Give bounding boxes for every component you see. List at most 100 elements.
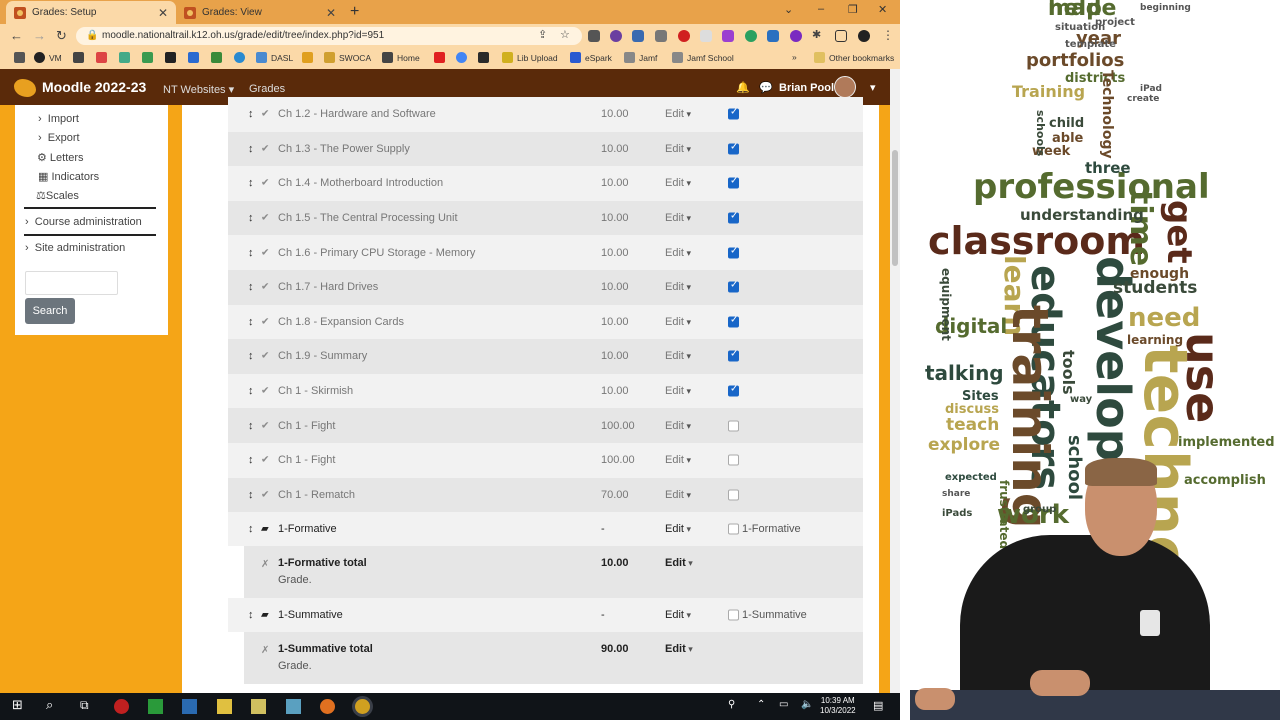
move-handle-icon[interactable]: ↕ bbox=[248, 489, 254, 501]
file-explorer-icon[interactable] bbox=[217, 699, 232, 714]
nav-letters[interactable]: ⚙ Letters bbox=[37, 151, 84, 164]
app-icon[interactable] bbox=[286, 699, 301, 714]
nav-export[interactable]: › Export bbox=[38, 132, 80, 144]
grade-item-name[interactable]: Ch 1.5 - The Central Processing Unit bbox=[278, 212, 458, 224]
select-category-checkbox[interactable] bbox=[728, 609, 739, 621]
google-icon[interactable] bbox=[456, 52, 471, 63]
grade-item-name[interactable]: Ch 1 - Rematch bbox=[278, 489, 355, 501]
bookmarks-overflow-button[interactable]: » bbox=[792, 52, 797, 62]
select-checkbox[interactable] bbox=[728, 384, 739, 397]
app-icon[interactable] bbox=[251, 699, 266, 714]
extension-icon[interactable] bbox=[610, 30, 622, 42]
bookmark-jamf-school[interactable]: Jamf School bbox=[672, 52, 734, 63]
extension-icon[interactable] bbox=[722, 30, 734, 42]
edit-menu[interactable]: Edit bbox=[665, 523, 691, 535]
network-icon[interactable]: ▭ bbox=[779, 699, 794, 714]
site-name[interactable]: Moodle 2022-23 bbox=[42, 79, 146, 95]
app-icon[interactable] bbox=[182, 699, 197, 714]
extensions-puzzle-icon[interactable]: ✱ bbox=[812, 28, 821, 41]
scrollbar-thumb[interactable] bbox=[892, 150, 898, 266]
select-category-checkbox[interactable] bbox=[728, 523, 739, 535]
grade-item-name[interactable]: Ch 1.7 - Hard Drives bbox=[278, 281, 378, 293]
back-icon[interactable]: ← bbox=[10, 28, 23, 43]
edit-menu[interactable]: Edit bbox=[665, 454, 691, 466]
move-handle-icon[interactable]: ↕ bbox=[248, 609, 254, 621]
grade-item-name[interactable]: Ch 1 - Skirmish bbox=[278, 385, 353, 397]
bookmark-star-icon[interactable]: ☆ bbox=[560, 28, 570, 41]
other-bookmarks[interactable]: Other bookmarks bbox=[814, 52, 894, 63]
task-view-icon[interactable]: ⧉ bbox=[80, 698, 95, 713]
close-tab-icon[interactable]: ✕ bbox=[158, 6, 168, 20]
edit-menu[interactable]: Edit bbox=[665, 420, 691, 432]
tray-icon[interactable]: ⚲ bbox=[728, 699, 743, 714]
grade-item-name[interactable]: Ch 1.4 - Motherboard Introduction bbox=[278, 177, 443, 189]
bookmark-icon[interactable] bbox=[478, 52, 493, 63]
move-handle-icon[interactable]: ↕ bbox=[248, 281, 254, 293]
edit-menu[interactable]: Edit bbox=[665, 212, 691, 224]
edit-menu[interactable]: Edit bbox=[665, 281, 691, 293]
volume-icon[interactable]: 🔈 bbox=[801, 699, 816, 714]
move-handle-icon[interactable]: ↕ bbox=[248, 108, 254, 120]
move-handle-icon[interactable]: ↕ bbox=[248, 420, 254, 432]
reload-icon[interactable]: ↻ bbox=[56, 28, 67, 44]
nav-course-administration[interactable]: › Course administration bbox=[25, 216, 142, 228]
bookmark-icon[interactable] bbox=[73, 52, 88, 63]
move-handle-icon[interactable]: ↕ bbox=[248, 212, 254, 224]
close-tab-icon[interactable]: ✕ bbox=[326, 6, 336, 20]
extension-icon[interactable] bbox=[700, 30, 712, 42]
bookmark-icon[interactable] bbox=[234, 52, 249, 63]
extension-icon[interactable] bbox=[588, 30, 600, 42]
bookmark-home[interactable]: Home bbox=[382, 52, 420, 63]
select-checkbox[interactable] bbox=[728, 280, 739, 293]
extension-icon[interactable] bbox=[655, 30, 667, 42]
bookmark-icon[interactable] bbox=[165, 52, 180, 63]
move-handle-icon[interactable]: ↕ bbox=[248, 143, 254, 155]
side-panel-icon[interactable] bbox=[835, 30, 847, 42]
bookmark-dasl[interactable]: DASL bbox=[256, 52, 293, 63]
edit-menu[interactable]: Edit bbox=[665, 177, 691, 189]
edit-menu[interactable]: Edit bbox=[665, 316, 691, 328]
search-icon[interactable]: ⌕ bbox=[46, 697, 61, 712]
edit-menu[interactable]: Edit bbox=[665, 143, 691, 155]
category-name[interactable]: 1-Summative bbox=[278, 609, 343, 621]
notifications-icon[interactable]: ▤ bbox=[873, 699, 888, 714]
move-handle-icon[interactable]: ↕ bbox=[248, 247, 254, 259]
user-name[interactable]: Brian Pool bbox=[779, 82, 834, 94]
gmail-icon[interactable] bbox=[96, 52, 111, 63]
nav-site-administration[interactable]: › Site administration bbox=[25, 242, 125, 254]
chrome-icon[interactable] bbox=[355, 699, 370, 714]
category-name[interactable]: 1-Formative bbox=[278, 523, 337, 535]
windows-start-icon[interactable]: ⊞ bbox=[12, 697, 27, 712]
extension-icon[interactable] bbox=[790, 30, 802, 42]
youtube-icon[interactable] bbox=[434, 52, 449, 63]
bookmark-icon[interactable] bbox=[302, 52, 317, 63]
user-menu-chevron-down-icon[interactable]: ▾ bbox=[870, 81, 876, 94]
drive-icon[interactable] bbox=[142, 52, 157, 63]
select-checkbox[interactable] bbox=[728, 245, 739, 259]
tray-chevron-up-icon[interactable]: ⌃ bbox=[757, 699, 772, 714]
menu-kebab-icon[interactable]: ⋮ bbox=[882, 28, 894, 42]
select-checkbox[interactable] bbox=[728, 454, 739, 466]
select-checkbox[interactable] bbox=[728, 107, 739, 120]
edit-menu[interactable]: Edit bbox=[665, 385, 691, 397]
bookmark-swoca[interactable]: SWOCA bbox=[324, 52, 371, 63]
bookmark-icon[interactable] bbox=[119, 52, 134, 63]
move-handle-icon[interactable]: ↕ bbox=[248, 385, 254, 397]
avatar[interactable] bbox=[834, 76, 856, 98]
nav-nt-websites[interactable]: NT Websites ▾ bbox=[163, 83, 234, 96]
edit-menu[interactable]: Edit bbox=[665, 557, 693, 569]
tab-grades-setup[interactable]: Grades: Setup ✕ bbox=[6, 1, 176, 24]
select-checkbox[interactable] bbox=[728, 420, 739, 432]
bookmark-icon[interactable] bbox=[211, 52, 226, 63]
select-checkbox[interactable] bbox=[728, 176, 739, 189]
edit-menu[interactable]: Edit bbox=[665, 350, 691, 362]
share-icon[interactable]: ⇪ bbox=[538, 28, 547, 41]
select-checkbox[interactable] bbox=[728, 349, 739, 362]
forward-icon[interactable]: → bbox=[33, 28, 46, 43]
select-checkbox[interactable] bbox=[728, 314, 739, 328]
extension-icon[interactable] bbox=[767, 30, 779, 42]
edit-menu[interactable]: Edit bbox=[665, 108, 691, 120]
extension-icon[interactable] bbox=[745, 30, 757, 42]
bookmark-espark[interactable]: eSpark bbox=[570, 52, 612, 63]
bookmark-jamf[interactable]: Jamf bbox=[624, 52, 657, 63]
